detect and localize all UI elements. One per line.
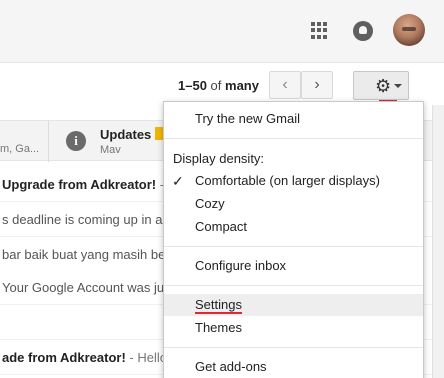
menu-item-configure-inbox[interactable]: Configure inbox [164,255,423,277]
apps-grid-icon[interactable] [311,22,328,39]
tab-updates[interactable]: Updates [100,127,151,142]
display-density-heading: Display density: [173,151,265,166]
email-subject: Upgrade from Adkreator! - [2,177,165,192]
menu-item-try-new-gmail[interactable]: Try the new Gmail [164,108,423,130]
settings-dropdown-menu: Try the new Gmail Display density: ✓ Com… [163,101,424,378]
chevron-right-icon: › [314,76,320,93]
menu-divider [164,246,423,247]
settings-button[interactable]: ⚙ [353,71,409,100]
scrollbar-track[interactable] [432,105,444,378]
checkmark-icon: ✓ [172,173,184,189]
newer-page-button[interactable]: › [301,71,333,99]
chevron-down-icon [394,84,402,88]
menu-divider [164,138,423,139]
gear-icon: ⚙ [375,76,392,96]
email-subject: ade from Adkreator! - Hello Y [2,350,180,365]
pager-range: 1–50 [178,78,207,93]
pager-of: of [210,78,222,93]
pagination-count: 1–50 of many [178,78,259,93]
notifications-icon[interactable] [353,21,373,41]
menu-item-themes[interactable]: Themes [164,317,423,339]
menu-item-compact[interactable]: Compact [164,216,423,238]
pager-total: many [225,78,259,93]
email-snippet: Your Google Account was jus [2,280,171,295]
menu-item-cozy[interactable]: Cozy [164,193,423,215]
menu-item-label: Settings [195,297,242,312]
top-header [0,0,444,63]
settings-annotation-underline [195,312,242,314]
menu-item-settings[interactable]: Settings [164,294,423,316]
email-snippet: bar baik buat yang masih ber [2,247,170,262]
tab-updates-subtitle: Mav [100,144,121,156]
menu-divider [164,347,423,348]
info-icon: i [66,131,86,151]
tab-divider [48,121,49,162]
avatar[interactable] [393,14,425,46]
menu-divider [164,285,423,286]
menu-item-comfortable[interactable]: ✓ Comfortable (on larger displays) [164,170,423,192]
tab-partial-snippet[interactable]: m, Ga... [0,143,39,155]
menu-item-get-addons[interactable]: Get add-ons [164,356,423,378]
email-snippet: s deadline is coming up in a fe [2,212,177,227]
menu-item-label: Comfortable (on larger displays) [195,173,380,188]
older-page-button[interactable]: ‹ [269,71,301,99]
chevron-left-icon: ‹ [282,76,288,93]
